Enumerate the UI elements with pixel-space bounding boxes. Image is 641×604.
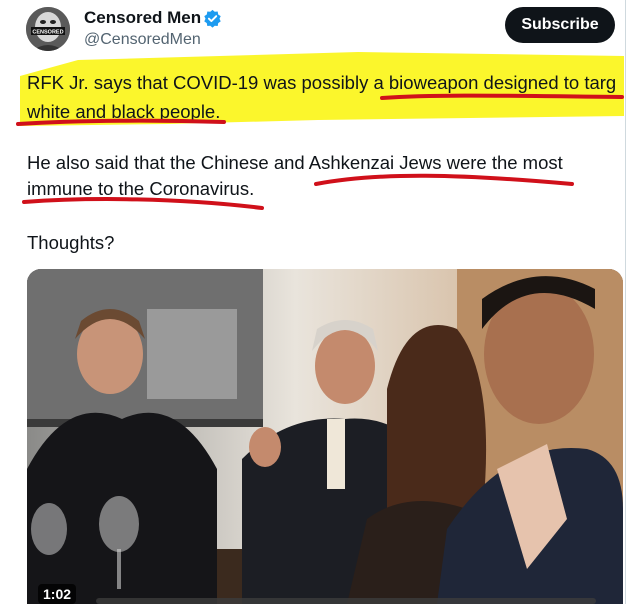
- tweet-text-line-4: immune to the Coronavirus.: [27, 178, 255, 199]
- video-player[interactable]: [27, 269, 623, 604]
- author-display-name[interactable]: Censored Men: [84, 8, 201, 28]
- tweet-text-line-3: He also said that the Chinese and Ashken…: [27, 152, 563, 173]
- highlighted-phrase: white and black people: [27, 101, 216, 122]
- verified-badge-icon: [204, 9, 221, 28]
- tweet-question: Thoughts?: [27, 232, 115, 253]
- video-thumbnail: [27, 269, 623, 604]
- timeline-border: [625, 0, 626, 604]
- tweet-text-line-2: white and black people.: [27, 101, 220, 123]
- video-progress-bar[interactable]: [96, 598, 596, 604]
- subscribe-button[interactable]: Subscribe: [505, 7, 615, 43]
- video-duration: 1:02: [38, 584, 77, 604]
- tweet-period: .: [215, 101, 221, 122]
- masked-face-avatar-icon: CENSORED: [26, 7, 70, 51]
- avatar-text: CENSORED: [32, 30, 63, 36]
- author-avatar[interactable]: CENSORED: [26, 7, 70, 51]
- tweet-text-line-1: RFK Jr. says that COVID-19 was possibly …: [27, 72, 617, 93]
